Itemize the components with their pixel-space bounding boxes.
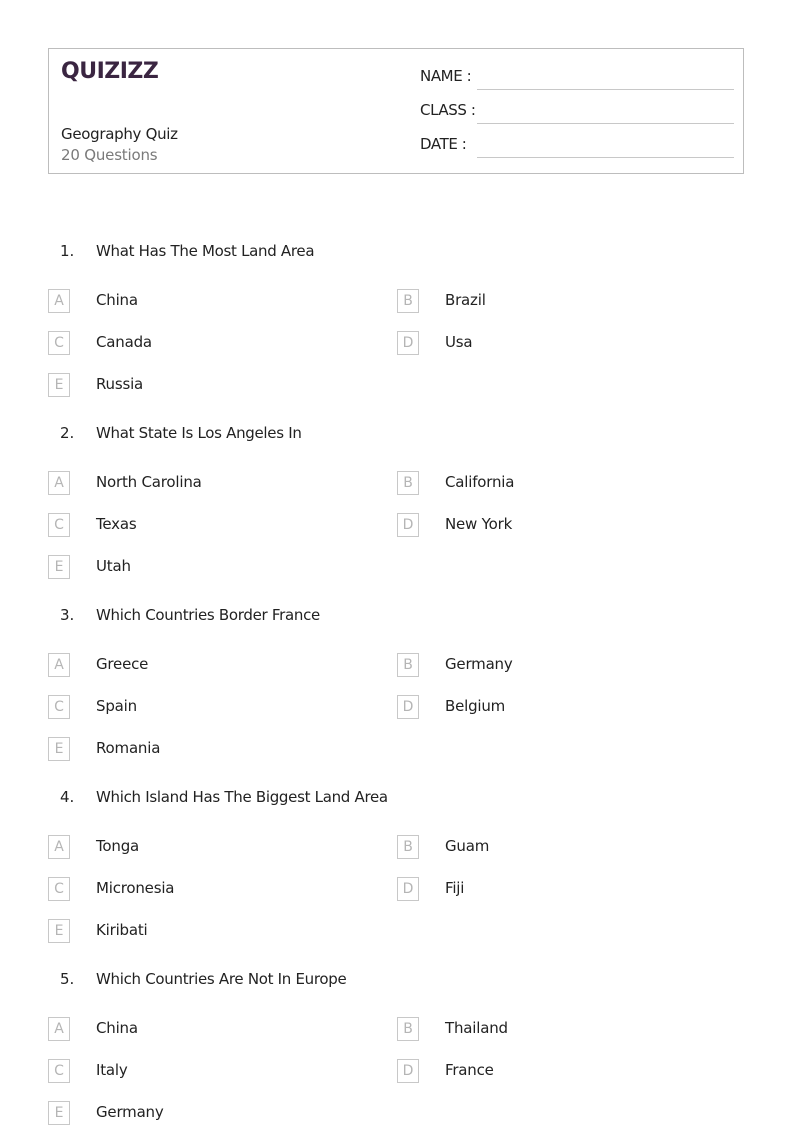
option-text: Italy — [96, 1061, 128, 1079]
option-letter-box: B — [397, 471, 419, 495]
option-letter-box: B — [397, 289, 419, 313]
question-text: Which Countries Border France — [96, 606, 320, 624]
option-text: Germany — [445, 655, 513, 673]
option-text: France — [445, 1061, 494, 1079]
option-letter-box: A — [48, 835, 70, 859]
option-letter-box: C — [48, 695, 70, 719]
date-field: DATE : — [420, 135, 734, 159]
option-letter-box: B — [397, 653, 419, 677]
worksheet-header: QUIZIZZ Geography Quiz 20 Questions NAME… — [48, 48, 744, 174]
option-letter-box: D — [397, 331, 419, 355]
option-letter-box: D — [397, 877, 419, 901]
class-field: CLASS : — [420, 101, 734, 125]
option-letter-box: E — [48, 1101, 70, 1125]
option-text: Micronesia — [96, 879, 175, 897]
option-text: Fiji — [445, 879, 465, 897]
option-letter-box: E — [48, 919, 70, 943]
option-text: Greece — [96, 655, 149, 673]
date-label: DATE : — [420, 135, 467, 153]
option-text: North Carolina — [96, 473, 202, 491]
option-letter-box: C — [48, 513, 70, 537]
option-text: Canada — [96, 333, 152, 351]
option-text: Germany — [96, 1103, 164, 1121]
option-letter-box: A — [48, 471, 70, 495]
class-label: CLASS : — [420, 101, 476, 119]
option-letter-box: E — [48, 555, 70, 579]
option-text: Utah — [96, 557, 131, 575]
name-label: NAME : — [420, 67, 472, 85]
quizizz-logo: QUIZIZZ — [61, 59, 159, 84]
option-letter-box: D — [397, 695, 419, 719]
option-letter-box: C — [48, 331, 70, 355]
question-text: What State Is Los Angeles In — [96, 424, 302, 442]
question-number: 4. — [60, 788, 75, 806]
option-text: Usa — [445, 333, 473, 351]
question-number: 3. — [60, 606, 75, 624]
option-text: California — [445, 473, 515, 491]
name-line — [477, 89, 734, 90]
option-letter-box: B — [397, 835, 419, 859]
option-letter-box: E — [48, 737, 70, 761]
option-text: Romania — [96, 739, 161, 757]
option-letter-box: A — [48, 653, 70, 677]
question-number: 2. — [60, 424, 75, 442]
option-text: Belgium — [445, 697, 506, 715]
option-letter-box: E — [48, 373, 70, 397]
option-letter-box: A — [48, 1017, 70, 1041]
option-letter-box: D — [397, 1059, 419, 1083]
option-text: Tonga — [96, 837, 140, 855]
question-text: Which Island Has The Biggest Land Area — [96, 788, 388, 806]
option-letter-box: B — [397, 1017, 419, 1041]
option-text: Brazil — [445, 291, 486, 309]
quiz-title: Geography Quiz — [61, 125, 178, 143]
date-line — [477, 157, 734, 158]
option-text: Kiribati — [96, 921, 148, 939]
option-letter-box: C — [48, 1059, 70, 1083]
name-field: NAME : — [420, 67, 734, 91]
option-letter-box: A — [48, 289, 70, 313]
option-letter-box: C — [48, 877, 70, 901]
question-count: 20 Questions — [61, 146, 158, 164]
option-text: Guam — [445, 837, 490, 855]
option-letter-box: D — [397, 513, 419, 537]
question-text: Which Countries Are Not In Europe — [96, 970, 347, 988]
option-text: China — [96, 291, 138, 309]
question-number: 1. — [60, 242, 75, 260]
question-text: What Has The Most Land Area — [96, 242, 315, 260]
option-text: Texas — [96, 515, 137, 533]
question-number: 5. — [60, 970, 75, 988]
option-text: Thailand — [445, 1019, 508, 1037]
option-text: Russia — [96, 375, 144, 393]
option-text: New York — [445, 515, 513, 533]
class-line — [477, 123, 734, 124]
option-text: Spain — [96, 697, 137, 715]
option-text: China — [96, 1019, 138, 1037]
